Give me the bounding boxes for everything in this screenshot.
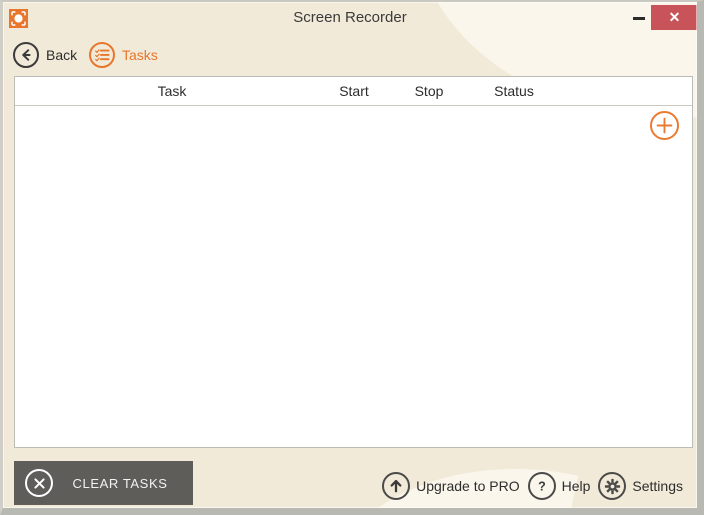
column-header-status: Status [494, 83, 534, 99]
footer-actions: Upgrade to PRO ? Help Settings [374, 470, 683, 502]
checklist-icon [89, 42, 115, 68]
column-header-stop: Stop [414, 83, 444, 99]
back-button[interactable]: Back [13, 37, 77, 73]
toolbar: Back Tasks [3, 37, 697, 73]
settings-button[interactable]: Settings [598, 472, 683, 500]
title-bar: Screen Recorder ✕ [3, 2, 697, 37]
help-label: Help [561, 478, 591, 494]
minimize-button[interactable] [629, 5, 651, 30]
help-button[interactable]: ? Help [527, 472, 591, 500]
task-list[interactable] [15, 107, 692, 447]
window-title: Screen Recorder [293, 9, 407, 26]
gear-icon [598, 472, 627, 500]
settings-label: Settings [632, 478, 683, 494]
add-task-button[interactable] [650, 111, 679, 140]
tasks-label: Tasks [122, 47, 158, 63]
back-label: Back [46, 47, 78, 63]
plus-icon [656, 117, 673, 134]
close-circle-icon [25, 469, 53, 497]
column-header-start: Start [339, 83, 369, 99]
arrow-left-icon [13, 42, 39, 68]
close-button[interactable]: ✕ [651, 5, 697, 30]
clear-tasks-label: CLEAR TASKS [72, 475, 168, 491]
tasks-panel: Task Start Stop Status [14, 76, 693, 448]
question-mark-icon: ? [527, 472, 556, 500]
minimize-glyph [633, 17, 645, 20]
column-header-task: Task [157, 83, 187, 99]
table-header: Task Start Stop Status [15, 77, 692, 106]
upgrade-to-pro-button[interactable]: Upgrade to PRO [382, 472, 520, 500]
tasks-button[interactable]: Tasks [89, 37, 158, 73]
upgrade-to-pro-label: Upgrade to PRO [416, 478, 520, 494]
app-window: Screen Recorder ✕ Back Tasks Task Start … [0, 0, 704, 515]
svg-text:?: ? [538, 479, 546, 493]
arrow-up-icon [382, 472, 411, 500]
clear-tasks-button[interactable]: CLEAR TASKS [14, 461, 193, 505]
